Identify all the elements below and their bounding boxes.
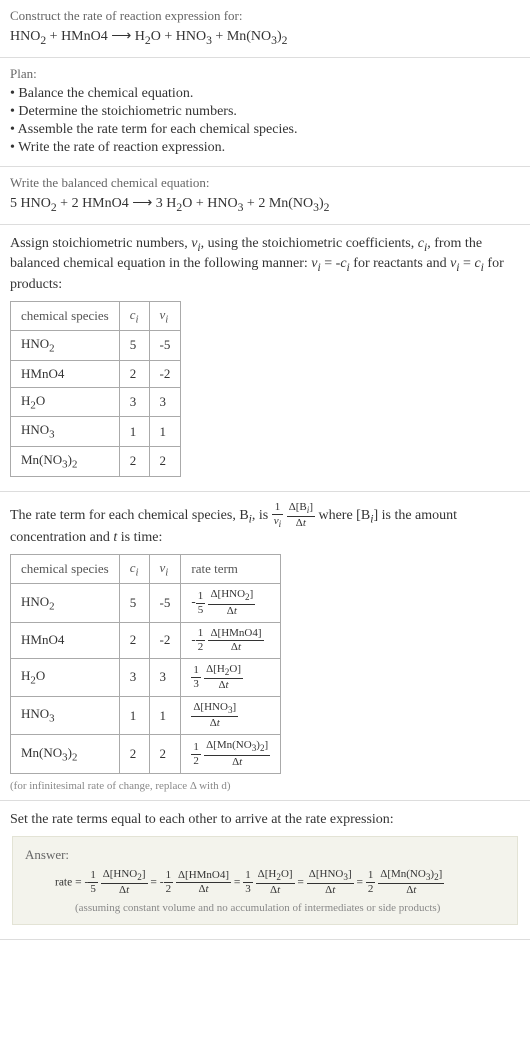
cell-species: HMnO4 <box>11 622 120 658</box>
table-row: Mn(NO3)2 2 2 12 Δ[Mn(NO3)2]Δt <box>11 735 281 773</box>
stoich-section: Assign stoichiometric numbers, νi, using… <box>0 225 530 492</box>
col-nui: νi <box>149 301 181 331</box>
plan-item: • Balance the chemical equation. <box>10 86 520 102</box>
cell-species: HNO3 <box>11 417 120 447</box>
rate-terms-table: chemical species ci νi rate term HNO2 5 … <box>10 554 281 774</box>
table-row: HMnO4 2 -2 <box>11 360 181 387</box>
cell-species: HNO2 <box>11 331 120 361</box>
table-row: H2O 3 3 <box>11 387 181 417</box>
final-prompt: Set the rate terms equal to each other t… <box>10 811 520 830</box>
rate-terms-section: The rate term for each chemical species,… <box>0 492 530 801</box>
plan-title: Plan: <box>10 66 520 82</box>
cell-nu: 2 <box>149 446 181 476</box>
cell-nu: -2 <box>149 622 181 658</box>
plan-item: • Write the rate of reaction expression. <box>10 140 520 156</box>
cell-nu: -2 <box>149 360 181 387</box>
cell-nu: 1 <box>149 417 181 447</box>
cell-species: H2O <box>11 658 120 696</box>
balanced-equation: 5 HNO2 + 2 HMnO4 ⟶ 3 H2O + HNO3 + 2 Mn(N… <box>10 195 520 214</box>
cell-species: HMnO4 <box>11 360 120 387</box>
col-species: chemical species <box>11 301 120 331</box>
balanced-section: Write the balanced chemical equation: 5 … <box>0 167 530 225</box>
table-row: HNO3 1 1 <box>11 417 181 447</box>
cell-rate: 13 Δ[H2O]Δt <box>181 658 281 696</box>
answer-note: (assuming constant volume and no accumul… <box>25 902 505 914</box>
plan-section: Plan: • Balance the chemical equation. •… <box>0 58 530 167</box>
cell-rate: -15 Δ[HNO2]Δt <box>181 584 281 622</box>
cell-nu: 1 <box>149 697 181 735</box>
plan-item: • Determine the stoichiometric numbers. <box>10 104 520 120</box>
answer-label: Answer: <box>25 847 505 863</box>
cell-species: Mn(NO3)2 <box>11 446 120 476</box>
table-row: Mn(NO3)2 2 2 <box>11 446 181 476</box>
rate-terms-intro: The rate term for each chemical species,… <box>10 502 520 548</box>
cell-nu: -5 <box>149 584 181 622</box>
cell-species: HNO2 <box>11 584 120 622</box>
cell-c: 2 <box>119 735 149 773</box>
cell-species: Mn(NO3)2 <box>11 735 120 773</box>
cell-c: 5 <box>119 331 149 361</box>
cell-c: 3 <box>119 387 149 417</box>
cell-rate: 12 Δ[Mn(NO3)2]Δt <box>181 735 281 773</box>
stoich-table: chemical species ci νi HNO2 5 -5 HMnO4 2… <box>10 301 181 477</box>
answer-box: Answer: rate = -15 Δ[HNO2]Δt = -12 Δ[HMn… <box>12 836 518 925</box>
table-row: HNO3 1 1 Δ[HNO3]Δt <box>11 697 281 735</box>
header-section: Construct the rate of reaction expressio… <box>0 0 530 58</box>
table-row: HNO2 5 -5 -15 Δ[HNO2]Δt <box>11 584 281 622</box>
table-header-row: chemical species ci νi rate term <box>11 554 281 584</box>
cell-c: 3 <box>119 658 149 696</box>
cell-c: 2 <box>119 360 149 387</box>
table-row: HMnO4 2 -2 -12 Δ[HMnO4]Δt <box>11 622 281 658</box>
col-nui: νi <box>149 554 181 584</box>
cell-c: 2 <box>119 446 149 476</box>
cell-nu: -5 <box>149 331 181 361</box>
col-ci: ci <box>119 301 149 331</box>
cell-nu: 3 <box>149 658 181 696</box>
table-row: HNO2 5 -5 <box>11 331 181 361</box>
header-prompt: Construct the rate of reaction expressio… <box>10 8 520 24</box>
table-row: H2O 3 3 13 Δ[H2O]Δt <box>11 658 281 696</box>
cell-nu: 2 <box>149 735 181 773</box>
balanced-prompt: Write the balanced chemical equation: <box>10 175 520 191</box>
cell-c: 1 <box>119 417 149 447</box>
stoich-intro: Assign stoichiometric numbers, νi, using… <box>10 235 520 295</box>
cell-c: 1 <box>119 697 149 735</box>
cell-species: HNO3 <box>11 697 120 735</box>
cell-c: 5 <box>119 584 149 622</box>
plan-item: • Assemble the rate term for each chemic… <box>10 122 520 138</box>
unbalanced-equation: HNO2 + HMnO4 ⟶ H2O + HNO3 + Mn(NO3)2 <box>10 28 520 47</box>
cell-rate: -12 Δ[HMnO4]Δt <box>181 622 281 658</box>
cell-nu: 3 <box>149 387 181 417</box>
final-section: Set the rate terms equal to each other t… <box>0 801 530 940</box>
cell-c: 2 <box>119 622 149 658</box>
cell-species: H2O <box>11 387 120 417</box>
rate-expression: rate = -15 Δ[HNO2]Δt = -12 Δ[HMnO4]Δt = … <box>25 869 505 896</box>
col-rate: rate term <box>181 554 281 584</box>
rate-terms-note: (for infinitesimal rate of change, repla… <box>10 780 520 792</box>
col-species: chemical species <box>11 554 120 584</box>
col-ci: ci <box>119 554 149 584</box>
table-header-row: chemical species ci νi <box>11 301 181 331</box>
cell-rate: Δ[HNO3]Δt <box>181 697 281 735</box>
